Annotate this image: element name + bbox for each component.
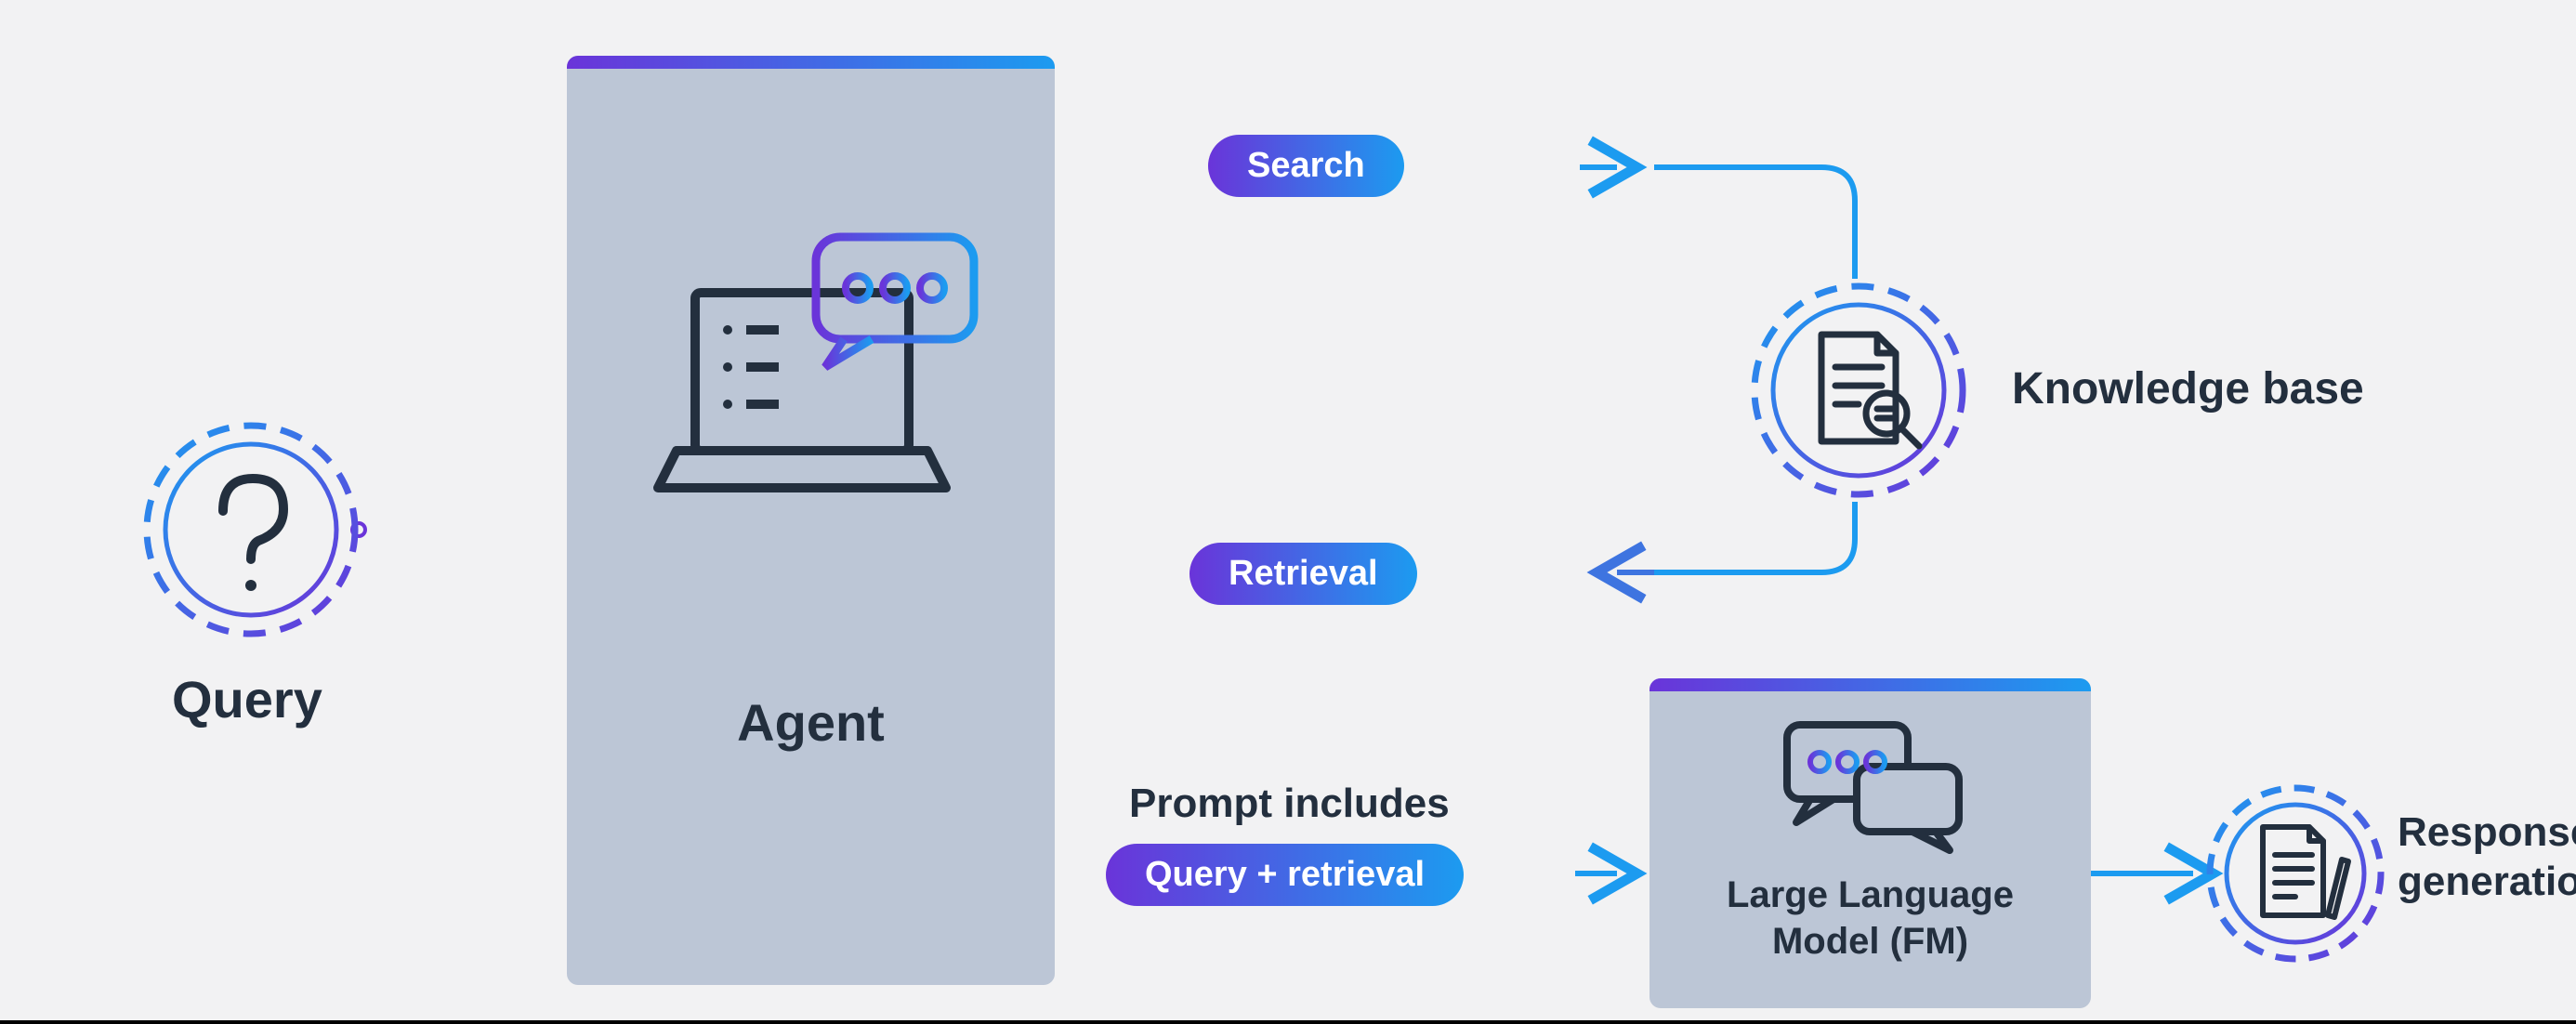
question-mark-icon	[223, 479, 283, 591]
agent-panel: Agent	[567, 56, 1055, 985]
query-node	[139, 418, 362, 641]
architecture-diagram: Query	[0, 0, 2576, 1024]
chat-bubbles-icon	[1768, 715, 1973, 855]
query-label: Query	[172, 669, 322, 729]
retrieval-edge-label: Retrieval	[1189, 543, 1417, 605]
agent-label: Agent	[737, 692, 885, 753]
document-write-icon	[2263, 827, 2348, 917]
prompt-edge-label: Query + retrieval	[1106, 844, 1464, 906]
response-label: Response generation	[2398, 808, 2576, 907]
llm-panel: Large Language Model (FM)	[1649, 678, 2091, 1008]
document-search-icon	[1821, 335, 1919, 446]
response-node	[2202, 781, 2388, 966]
agent-icon	[639, 228, 983, 506]
knowledge-base-label: Knowledge base	[2012, 362, 2364, 416]
search-edge-label: Search	[1208, 135, 1404, 197]
prompt-caption: Prompt includes	[1129, 781, 1450, 827]
llm-label: Large Language Model (FM)	[1727, 872, 2014, 965]
knowledge-base-node	[1747, 279, 1970, 502]
